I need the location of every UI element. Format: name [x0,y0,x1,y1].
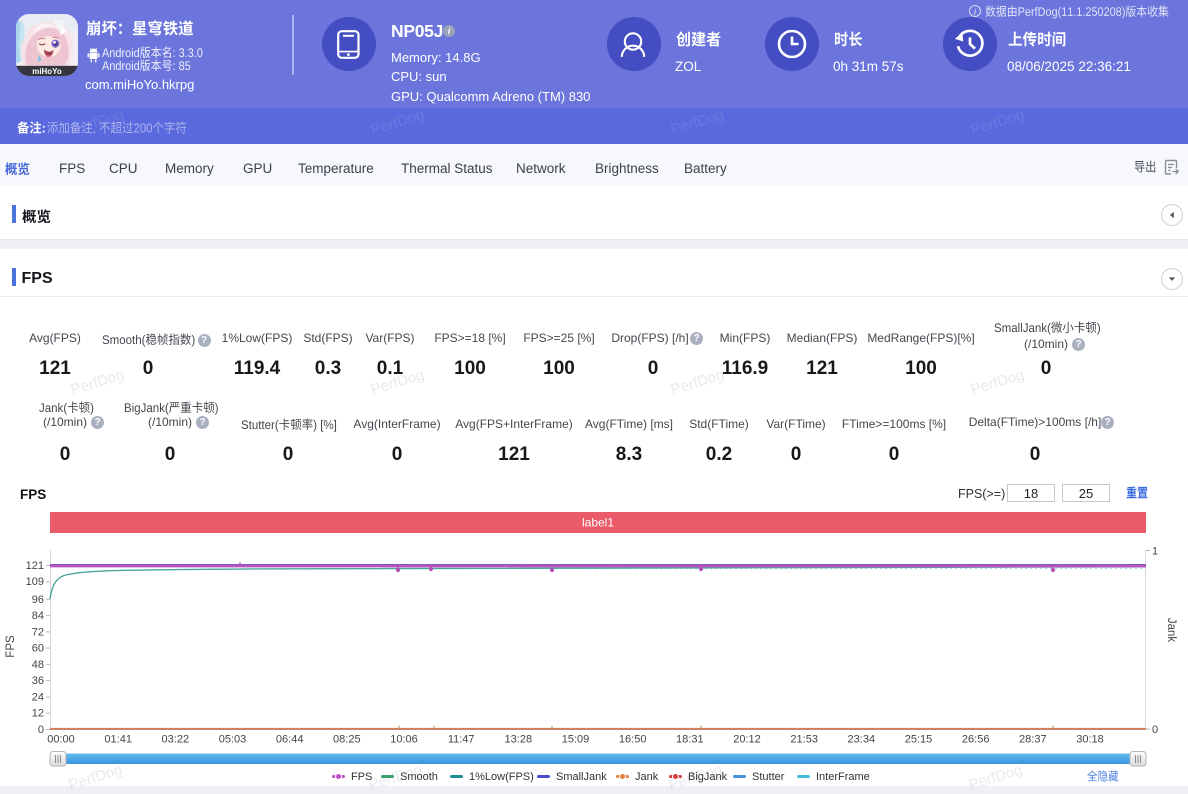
svg-text:13:28: 13:28 [505,734,533,746]
svg-text:30:18: 30:18 [1076,734,1104,746]
svg-text:11:47: 11:47 [448,734,475,746]
svg-text:28:37: 28:37 [1019,734,1047,746]
svg-text:18:31: 18:31 [676,734,704,746]
svg-text:96: 96 [32,594,44,606]
svg-text:16:50: 16:50 [619,734,647,746]
svg-text:06:44: 06:44 [276,734,304,746]
svg-text:36: 36 [32,675,44,687]
svg-text:01:41: 01:41 [104,734,132,746]
svg-text:05:03: 05:03 [219,734,247,746]
svg-text:25:15: 25:15 [905,734,933,746]
svg-text:23:34: 23:34 [848,734,876,746]
svg-text:109: 109 [26,576,44,588]
svg-text:00:00: 00:00 [47,734,75,746]
svg-text:121: 121 [26,560,44,572]
svg-text:20:12: 20:12 [733,734,761,746]
svg-text:FPS: FPS [5,635,17,658]
svg-text:0: 0 [38,724,44,736]
svg-text:10:06: 10:06 [390,734,418,746]
svg-text:15:09: 15:09 [562,734,590,746]
svg-text:1: 1 [1152,546,1158,558]
svg-text:72: 72 [32,626,44,638]
svg-text:48: 48 [32,659,44,671]
svg-text:21:53: 21:53 [790,734,818,746]
svg-text:60: 60 [32,643,44,655]
svg-text:24: 24 [32,692,44,704]
svg-text:26:56: 26:56 [962,734,990,746]
svg-text:08:25: 08:25 [333,734,361,746]
svg-text:03:22: 03:22 [162,734,190,746]
svg-text:84: 84 [32,610,44,622]
svg-text:12: 12 [32,708,44,720]
svg-text:Jank: Jank [1165,618,1177,643]
svg-text:miHoYo: miHoYo [32,67,62,76]
svg-text:label1: label1 [582,516,614,530]
svg-text:0: 0 [1152,724,1158,736]
